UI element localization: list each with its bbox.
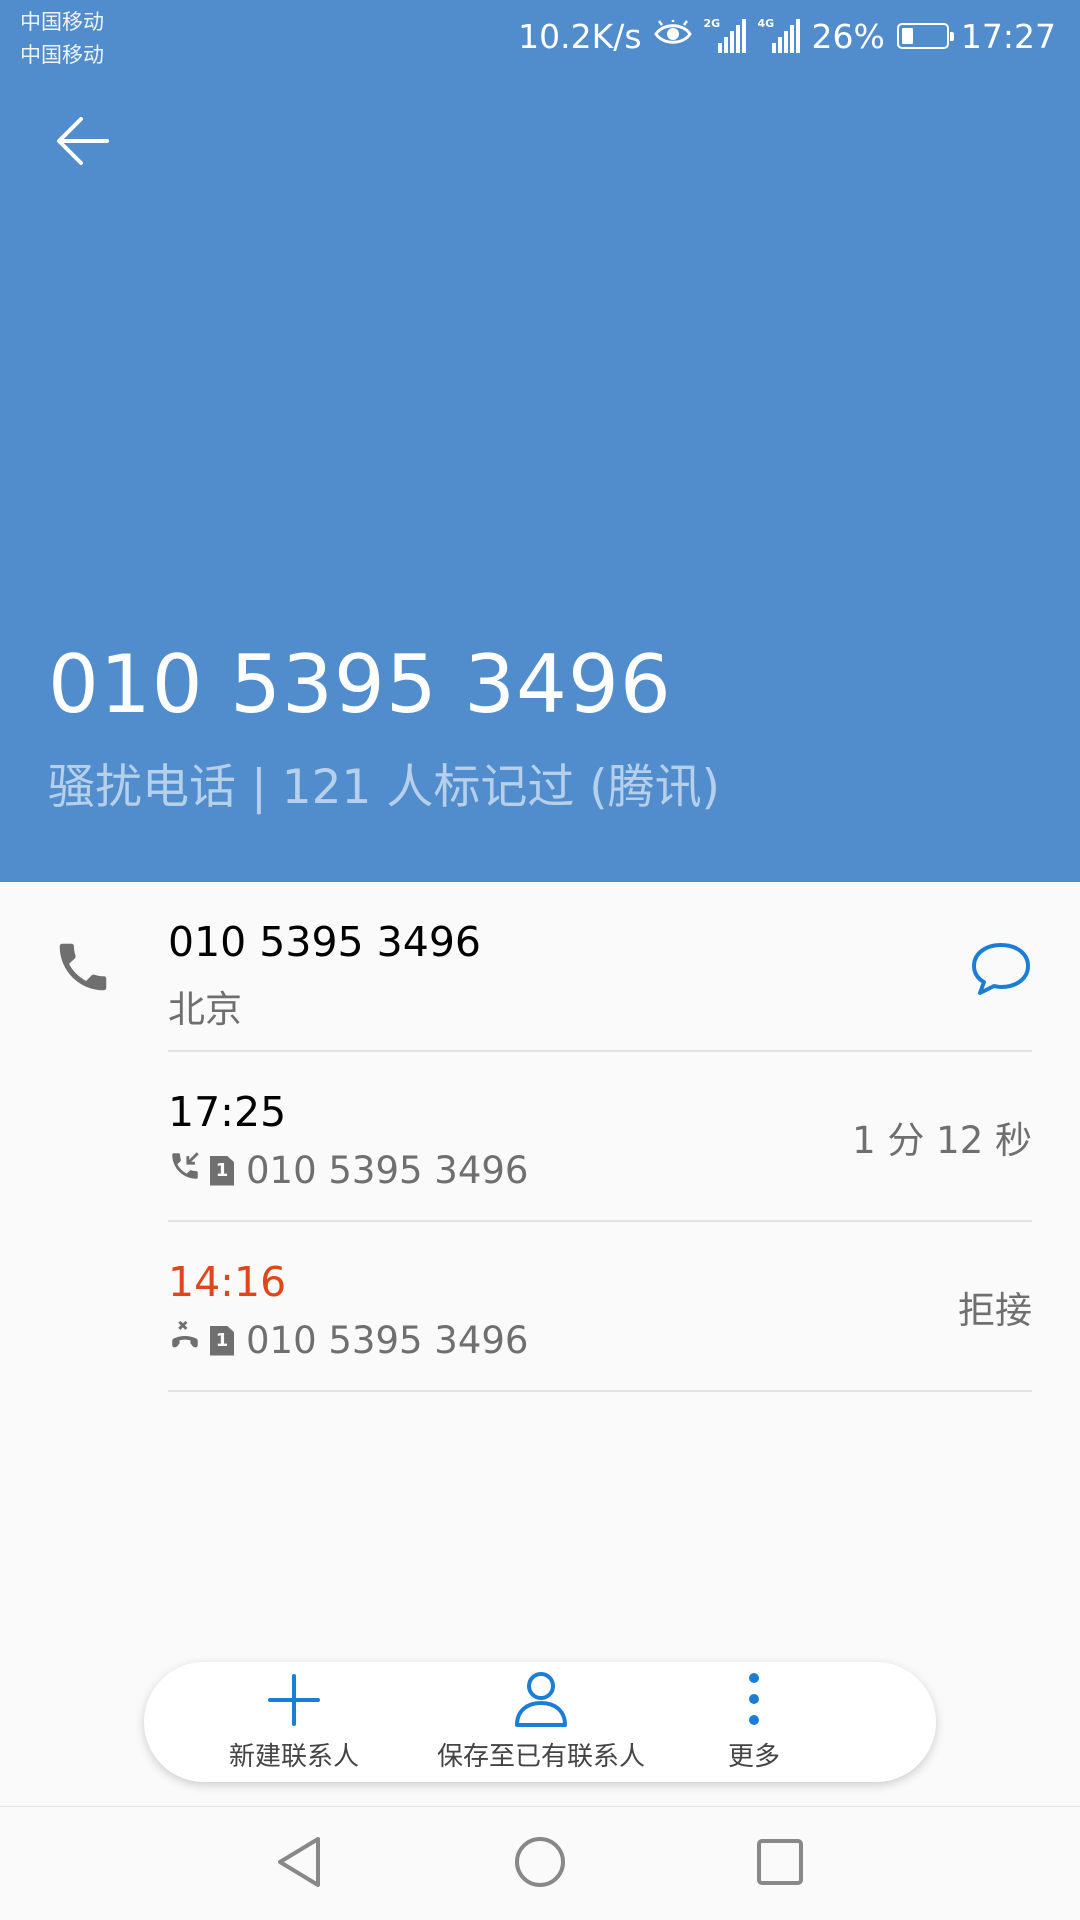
circle-home-icon [513, 1835, 567, 1893]
carrier-1: 中国移动 [20, 10, 104, 34]
carrier-info: 中国移动 中国移动 [20, 6, 104, 72]
call-meta: 1 010 5395 3496 [168, 1319, 528, 1362]
new-contact-label: 新建联系人 [228, 1742, 359, 1772]
more-label: 更多 [727, 1742, 780, 1772]
call-details-list: 010 5395 3496 北京 17:25 1 010 5395 3496 1… [0, 882, 1080, 1392]
contact-header: 中国移动 中国移动 10.2K/s 2G 4G 26% 17:27 010 53… [0, 0, 1080, 882]
arrow-left-icon [53, 111, 113, 175]
person-icon [512, 1662, 570, 1728]
bottom-action-bar: 新建联系人 保存至已有联系人 更多 [144, 1662, 936, 1782]
message-bubble-icon [970, 940, 1032, 1002]
battery-icon [896, 23, 954, 49]
more-button[interactable]: 更多 [704, 1662, 804, 1782]
nav-back-button[interactable] [266, 1831, 332, 1897]
back-button[interactable] [40, 100, 126, 186]
contact-number: 010 5395 3496 [168, 918, 482, 966]
rejected-call-icon [168, 1319, 202, 1362]
battery-percent: 26% [811, 16, 885, 56]
phone-icon[interactable] [52, 936, 114, 1002]
signal-sim2-icon: 4G [757, 17, 800, 53]
incoming-call-icon [168, 1149, 202, 1192]
more-vertical-icon [744, 1662, 764, 1728]
eye-comfort-icon [653, 17, 692, 56]
system-navigation-bar [0, 1806, 1080, 1920]
sim2-network-type: 4G [757, 17, 775, 30]
triangle-back-icon [274, 1835, 324, 1893]
save-to-existing-button[interactable]: 保存至已有联系人 [416, 1662, 666, 1782]
call-number: 010 5395 3496 [246, 1149, 529, 1192]
number-location: 北京 [168, 988, 242, 1031]
nav-home-button[interactable] [507, 1831, 573, 1897]
carrier-2: 中国移动 [20, 43, 104, 67]
save-to-existing-label: 保存至已有联系人 [436, 1742, 645, 1772]
call-duration: 1 分 12 秒 [852, 1119, 1032, 1162]
sim-card-icon: 1 [210, 1155, 234, 1186]
status-bar: 中国移动 中国移动 10.2K/s 2G 4G 26% 17:27 [0, 0, 1080, 72]
sim-card-icon: 1 [210, 1325, 234, 1356]
call-status: 拒接 [958, 1289, 1032, 1332]
signal-sim1-icon: 2G [703, 17, 746, 53]
sim1-network-type: 2G [703, 17, 721, 30]
send-message-button[interactable] [968, 938, 1034, 1004]
caller-number: 010 5395 3496 [48, 638, 672, 731]
nav-recents-button[interactable] [747, 1831, 813, 1897]
call-time: 17:25 [168, 1088, 287, 1136]
row-divider [168, 1390, 1032, 1392]
call-time: 14:16 [168, 1258, 287, 1306]
battery-fill [901, 28, 913, 44]
square-recents-icon [755, 1837, 805, 1891]
call-meta: 1 010 5395 3496 [168, 1149, 528, 1192]
net-speed: 10.2K/s [518, 16, 642, 56]
plus-icon [266, 1662, 322, 1728]
new-contact-button[interactable]: 新建联系人 [189, 1662, 399, 1782]
spam-tag-line: 骚扰电话 | 121 人标记过 (腾讯) [48, 760, 720, 815]
call-number: 010 5395 3496 [246, 1319, 529, 1362]
number-row[interactable]: 010 5395 3496 北京 [0, 882, 1080, 1052]
clock: 17:27 [960, 16, 1056, 56]
call-log-entry[interactable]: 17:25 1 010 5395 3496 1 分 12 秒 [0, 1052, 1080, 1222]
call-log-entry[interactable]: 14:16 1 010 5395 3496 拒接 [0, 1222, 1080, 1392]
status-indicators: 10.2K/s 2G 4G 26% 17:27 [518, 12, 1056, 60]
